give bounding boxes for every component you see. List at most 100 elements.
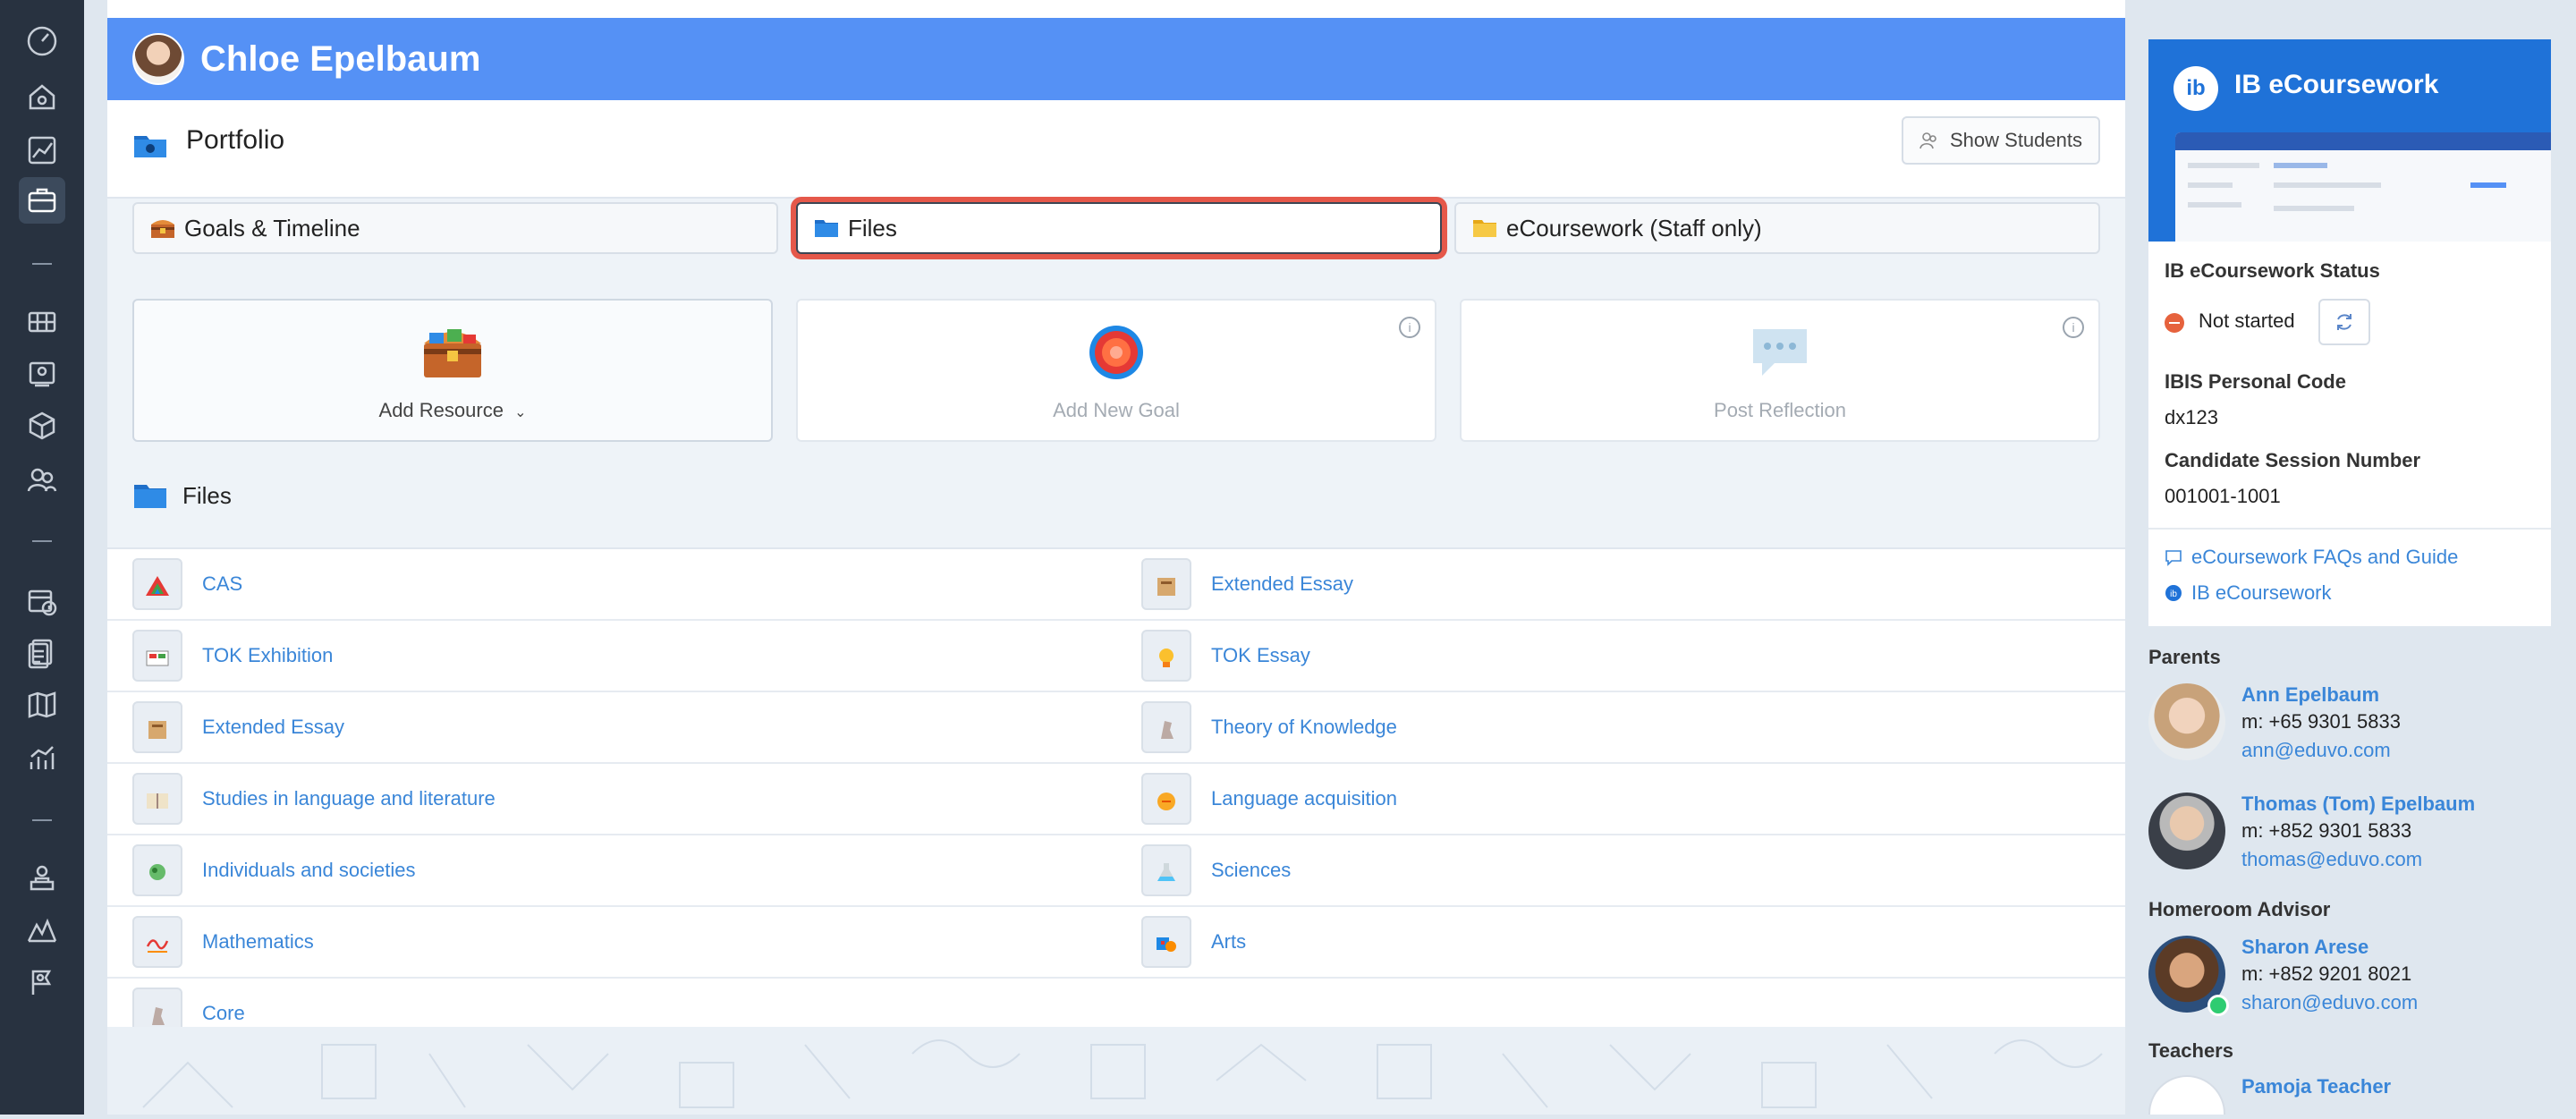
folder-icon <box>134 485 166 508</box>
file-link[interactable]: Theory of Knowledge <box>1211 716 1397 739</box>
flag-icon[interactable] <box>19 959 65 1005</box>
top-strip <box>107 0 2125 20</box>
learner-profile-icon[interactable] <box>19 855 65 902</box>
folder-icon <box>815 220 838 237</box>
ibis-code-value: dx123 <box>2165 406 2218 428</box>
homeroom-advisor-card: Sharon Arese m: +852 9201 8021 sharon@ed… <box>2148 936 2560 1016</box>
file-link[interactable]: Extended Essay <box>202 716 344 739</box>
file-item-extended-essay[interactable]: Extended Essay <box>1141 549 1353 619</box>
folder-icon <box>132 844 182 896</box>
refresh-icon <box>2337 314 2351 330</box>
student-avatar <box>132 33 184 85</box>
parent-name[interactable]: Thomas (Tom) Epelbaum <box>2241 793 2475 816</box>
advisor-email[interactable]: sharon@eduvo.com <box>2241 991 2418 1014</box>
tab-ecoursework[interactable]: eCoursework (Staff only) <box>1454 202 2100 254</box>
file-item-tok-essay[interactable]: TOK Essay <box>1141 621 1310 691</box>
avatar <box>2148 1075 2225 1115</box>
advisor-name[interactable]: Sharon Arese <box>2241 936 2368 959</box>
teacher-name[interactable]: Pamoja Teacher <box>2241 1075 2391 1098</box>
show-students-button[interactable]: Show Students <box>1902 116 2100 165</box>
home-icon[interactable] <box>19 73 65 120</box>
parent-name[interactable]: Ann Epelbaum <box>2241 683 2379 707</box>
tab-label: Goals & Timeline <box>184 214 360 242</box>
file-link[interactable]: Arts <box>1211 930 1246 954</box>
file-item-language-acquisition[interactable]: Language acquisition <box>1141 764 1397 834</box>
file-link[interactable]: Extended Essay <box>1211 572 1353 596</box>
calendar-clock-icon[interactable] <box>19 578 65 624</box>
file-item-individuals-societies[interactable]: Individuals and societies <box>132 835 415 905</box>
file-item-sciences[interactable]: Sciences <box>1141 835 1291 905</box>
users-icon <box>1919 132 1936 149</box>
file-link[interactable]: Sciences <box>1211 859 1291 882</box>
right-sidebar: ib IB eCoursework IB eCoursework Status … <box>2125 0 2576 1115</box>
student-name: Chloe Epelbaum <box>200 38 481 79</box>
folder-icon <box>1141 701 1191 753</box>
file-link[interactable]: Language acquisition <box>1211 787 1397 810</box>
left-nav-rail <box>0 0 84 1115</box>
portfolio-bar: Portfolio Show Students <box>107 100 2125 199</box>
file-item-theory-of-knowledge[interactable]: Theory of Knowledge <box>1141 692 1397 762</box>
refresh-button[interactable] <box>2318 299 2370 345</box>
action-cards: Add Resource ⌄ Add New Goal i Post Refle… <box>132 299 2100 447</box>
post-reflection-card[interactable]: Post Reflection i <box>1460 299 2100 442</box>
parent-email[interactable]: thomas@eduvo.com <box>2241 848 2422 871</box>
file-link[interactable]: Core <box>202 1002 245 1025</box>
rail-divider <box>32 540 52 542</box>
ib-logo: ib <box>2174 66 2218 111</box>
people-board-icon[interactable] <box>19 351 65 397</box>
chevron-down-icon: ⌄ <box>514 405 527 420</box>
folder-icon <box>132 630 182 682</box>
file-link[interactable]: Individuals and societies <box>202 859 415 882</box>
file-link[interactable]: TOK Exhibition <box>202 644 333 667</box>
map-icon[interactable] <box>19 682 65 728</box>
ecoursework-faq-link[interactable]: eCoursework FAQs and Guide <box>2165 546 2458 569</box>
documents-icon[interactable] <box>19 630 65 676</box>
info-icon[interactable]: i <box>1399 317 1420 338</box>
add-new-goal-card[interactable]: Add New Goal i <box>796 299 1436 442</box>
file-link[interactable]: Mathematics <box>202 930 314 954</box>
not-started-status-icon <box>2165 313 2184 333</box>
file-item-cas[interactable]: CAS <box>132 549 242 619</box>
file-row: Studies in language and literature Langu… <box>107 764 2125 835</box>
ib-ecoursework-card: ib IB eCoursework IB eCoursework Status … <box>2148 39 2551 626</box>
parent-phone: m: +65 9301 5833 <box>2241 710 2401 733</box>
add-resource-card[interactable]: Add Resource ⌄ <box>132 299 773 442</box>
candidate-session-label: Candidate Session Number <box>2165 449 2421 471</box>
ib-status-value: Not started <box>2199 309 2295 332</box>
ib-ecoursework-link[interactable]: ib IB eCoursework <box>2165 581 2332 605</box>
mountain-trend-icon[interactable] <box>19 907 65 954</box>
file-link[interactable]: TOK Essay <box>1211 644 1310 667</box>
main-panel: Chloe Epelbaum Portfolio Show Students G… <box>107 18 2125 1115</box>
cube-icon[interactable] <box>19 403 65 449</box>
post-reflection-label: Post Reflection <box>1714 399 1846 421</box>
portfolio-folder-icon <box>134 136 166 157</box>
info-icon[interactable]: i <box>2063 317 2084 338</box>
add-resource-label: Add Resource ⌄ <box>378 399 527 421</box>
file-item-arts[interactable]: Arts <box>1141 907 1246 977</box>
analytics-chart-icon[interactable] <box>19 127 65 174</box>
portfolio-title: Portfolio <box>186 125 285 155</box>
add-new-goal-label: Add New Goal <box>1053 399 1180 421</box>
ib-preview-screenshot <box>2175 132 2551 242</box>
tab-files[interactable]: Files <box>796 202 1442 254</box>
divider <box>2148 528 2551 530</box>
file-item-tok-exhibition[interactable]: TOK Exhibition <box>132 621 333 691</box>
tab-label: Files <box>848 214 897 242</box>
file-row: CAS Extended Essay <box>107 549 2125 621</box>
portfolio-briefcase-icon[interactable] <box>19 177 65 224</box>
file-item-mathematics[interactable]: Mathematics <box>132 907 314 977</box>
users-icon[interactable] <box>19 456 65 503</box>
file-item-studies-language-literature[interactable]: Studies in language and literature <box>132 764 496 834</box>
parent-email[interactable]: ann@eduvo.com <box>2241 739 2391 762</box>
classes-icon[interactable] <box>19 299 65 345</box>
file-link[interactable]: Studies in language and literature <box>202 787 496 810</box>
file-item-extended-essay-2[interactable]: Extended Essay <box>132 692 344 762</box>
treasure-chest-icon <box>151 220 174 238</box>
folder-icon <box>132 558 182 610</box>
reports-chart-icon[interactable] <box>19 735 65 782</box>
file-row: Extended Essay Theory of Knowledge <box>107 692 2125 764</box>
tab-goals-timeline[interactable]: Goals & Timeline <box>132 202 778 254</box>
file-link[interactable]: CAS <box>202 572 242 596</box>
dashboard-gauge-icon[interactable] <box>19 18 65 64</box>
files-heading-label: Files <box>182 481 232 509</box>
